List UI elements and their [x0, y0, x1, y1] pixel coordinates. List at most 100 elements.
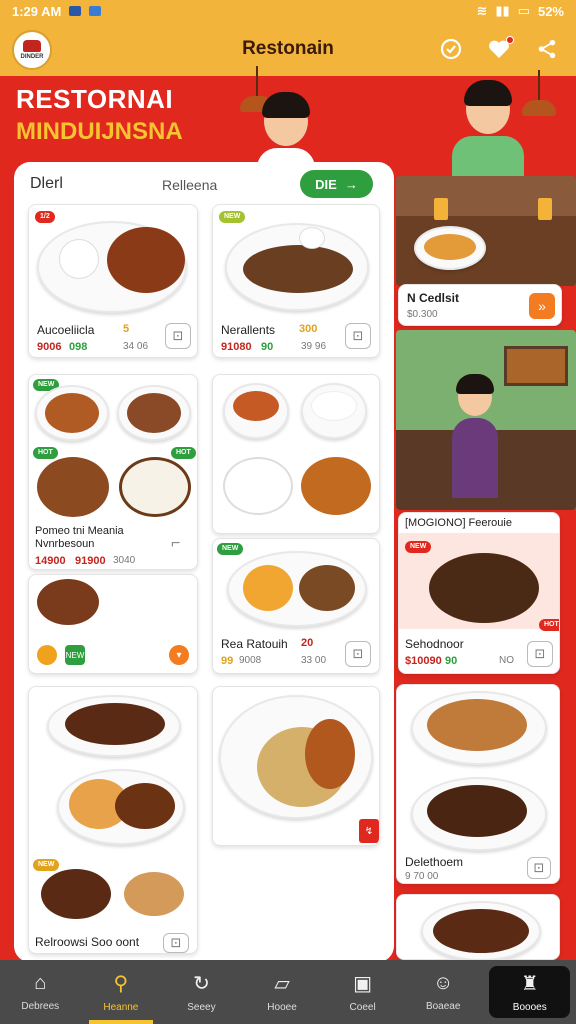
nav-label: Boooes [512, 1002, 547, 1013]
hero-title: RESTORNAI [16, 84, 174, 114]
card-price-secondary: 90 [445, 655, 458, 667]
card-badge: 20 [301, 637, 314, 649]
nav-label: Boaeae [425, 1001, 461, 1012]
side-card-3[interactable]: Delethoem 9 70 00 ⊡ [396, 684, 560, 884]
nav-item-6[interactable]: ♜ Boooes [489, 966, 571, 1018]
battery-icon: ▭ [517, 3, 530, 18]
card-price-secondary: 9008 [239, 655, 262, 666]
face-icon: ☺ [432, 972, 454, 994]
card-tag: NEW [33, 859, 60, 871]
badge-button[interactable] [436, 34, 466, 64]
add-to-cart-button[interactable]: ⊡ [345, 323, 371, 349]
card-name: Sehodnoor [405, 637, 464, 651]
expand-button[interactable]: ▾ [169, 645, 189, 665]
card-meta: 33 00 [301, 655, 327, 666]
award-icon [440, 38, 462, 60]
wifi-icon: ≋ [476, 3, 488, 18]
curry-illustration [107, 227, 185, 293]
nav-label: Debrees [21, 1001, 60, 1012]
panel-heading: Dlerl [30, 175, 63, 192]
juice-glass-2 [538, 198, 552, 220]
hero-subtitle: MINDUIJNSNA [16, 118, 183, 145]
add-to-cart-button[interactable]: ⊡ [527, 857, 551, 879]
add-to-cart-button[interactable]: ⊡ [527, 641, 553, 667]
menu-card-5[interactable]: NEW Rea Ratouih 20 99 9008 33 00 ⊡ [212, 538, 380, 674]
cart-icon: ⊡ [352, 328, 364, 343]
menu-card-rice-bowls[interactable] [212, 374, 380, 534]
card-name: Pomeo tni Meania Nvnrbesoun [35, 525, 124, 550]
card-price: $0.300 [407, 309, 438, 320]
fried-rice-illustration [243, 565, 293, 611]
menu-card-1[interactable]: 1/2 Aucoeliicla 5 9006 098 34 06 ⊡ [28, 204, 198, 358]
forward-button[interactable]: » [529, 293, 555, 319]
card-badge: 300 [299, 323, 318, 335]
menu-card-2[interactable]: NEW Nerallents 300 91080 90 39 96 ⊡ [212, 204, 380, 358]
card-price: $10090 [405, 655, 442, 667]
filter-label: DIE [315, 176, 337, 192]
menu-card-7[interactable]: ↯ [212, 686, 380, 846]
card-meta: 34 06 [123, 341, 149, 352]
bookmark-icon: ↯ [364, 825, 374, 837]
nav-item-5[interactable]: ☺ Boaeae [403, 960, 484, 1024]
card-badge: 5 [123, 323, 130, 335]
book-icon: ▱ [274, 973, 290, 995]
counter-scene [396, 176, 576, 286]
side-card-1[interactable]: N Cedlsit $0.300 » [398, 284, 562, 326]
menu-card-3[interactable]: NEW HOT HOT Pomeo tni Meania Nvnrbesoun … [28, 374, 198, 570]
chef-icon: ♜ [520, 973, 539, 995]
nav-item-3[interactable]: ▱ Hooee [242, 960, 323, 1024]
leaf-icon[interactable]: ⌐ [171, 535, 180, 553]
waiter-illustration [452, 374, 498, 498]
card-meta: 39 96 [301, 341, 327, 352]
card-price-secondary: 90 [261, 341, 274, 353]
soup-bowl-illustration [37, 579, 99, 625]
add-to-cart-button[interactable]: ⊡ [163, 933, 189, 953]
cart-icon: ⊡ [170, 935, 182, 950]
bookmark-button[interactable]: ↯ [359, 819, 379, 843]
app-bar: DINDER Restonain [0, 22, 576, 76]
rice-illustration [59, 239, 99, 279]
card-price: 9006 [37, 341, 62, 353]
nav-item-2[interactable]: ↻ Seeey [161, 960, 242, 1024]
nav-item-0[interactable]: ⌂ Debrees [0, 960, 81, 1024]
nav-label: Hooee [267, 1002, 297, 1013]
cart-icon: ⊡ [534, 646, 546, 661]
share-button[interactable] [532, 34, 562, 64]
grilled-fish-illustration [115, 783, 175, 829]
card-name: Nerallents [221, 323, 276, 337]
menu-card-6[interactable]: NEW Relroowsi Soo oont ⊡ [28, 686, 198, 954]
home-icon: ⌂ [34, 972, 47, 994]
skewer-plate-illustration [429, 553, 539, 623]
favorites-button[interactable] [484, 34, 514, 64]
card-name: Relroowsi Soo oont [35, 935, 140, 949]
rice-plate-illustration [223, 457, 293, 515]
filter-button[interactable]: DIE → [300, 170, 373, 198]
nav-item-1[interactable]: ⚲ Heanne [81, 960, 162, 1024]
status-bar: 1:29 AM ≋ ▮▮ ▭ 52% [0, 0, 576, 22]
nav-label: Coeel [349, 1002, 376, 1013]
cart-icon: ⊡ [533, 860, 545, 875]
card-tag: 1/2 [35, 211, 55, 223]
side-card-4[interactable] [396, 894, 560, 960]
card-name: Delethoem [405, 855, 464, 869]
add-to-cart-button[interactable]: ⊡ [165, 323, 191, 349]
refresh-icon: ↻ [193, 973, 210, 995]
panel-subheading: Relleena [162, 177, 218, 193]
menu-card-4[interactable]: NEW ▾ [28, 574, 198, 674]
rice-bowl-illustration [119, 457, 191, 517]
nav-item-4[interactable]: ▣ Coeel [322, 960, 403, 1024]
juice-glass [434, 198, 448, 220]
lamp-illustration-2 [522, 70, 556, 116]
card-tag: NEW [219, 211, 246, 223]
card-tag: NEW [65, 645, 85, 665]
shop-scene [396, 330, 576, 510]
card-price-secondary: 91900 [75, 555, 106, 567]
side-card-2[interactable]: [MOGIONO] Feerouie NEW HOT Sehodnoor $10… [398, 512, 560, 674]
card-meta: 9 70 00 [405, 871, 439, 882]
add-to-cart-button[interactable]: ⊡ [345, 641, 371, 667]
card-tag: NEW [217, 543, 244, 555]
search-icon: ⚲ [113, 973, 129, 995]
card-tag: NEW [405, 541, 432, 553]
vegetable-bowl-illustration [37, 457, 109, 517]
card-price-secondary: 098 [69, 341, 88, 353]
